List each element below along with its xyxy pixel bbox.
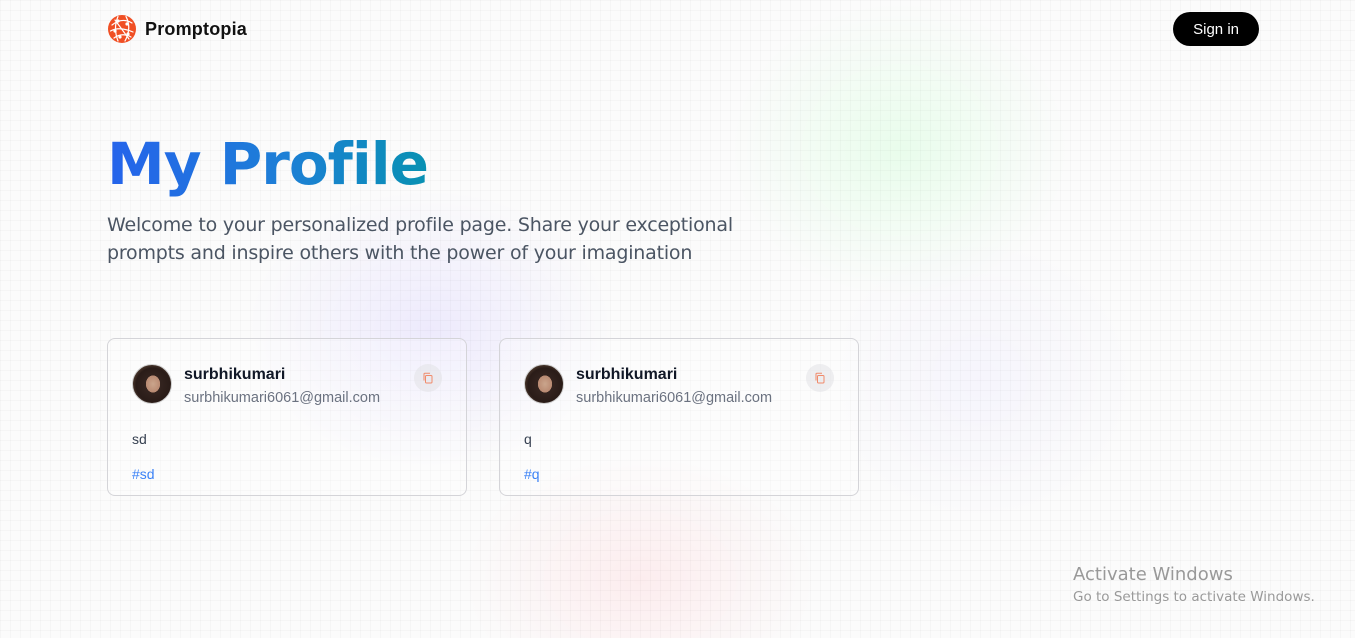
background-grid — [0, 0, 1355, 638]
copy-icon — [423, 372, 433, 384]
prompt-tag[interactable]: #q — [524, 465, 540, 483]
username: surbhikumari — [184, 366, 286, 383]
prompt-feed: surbhikumari surbhikumari6061@gmail.com … — [107, 338, 859, 496]
brand-logo-link[interactable]: Promptopia — [107, 14, 247, 44]
brand-name: Promptopia — [145, 18, 248, 39]
windows-activation-watermark: Activate Windows Go to Settings to activ… — [1073, 564, 1315, 606]
prompt-card: surbhikumari surbhikumari6061@gmail.com … — [107, 338, 467, 496]
prompt-tag[interactable]: #sd — [132, 465, 155, 483]
copy-icon — [815, 372, 825, 384]
top-navbar: Promptopia Sign in — [107, 12, 1259, 46]
avatar[interactable] — [132, 364, 172, 404]
watermark-title: Activate Windows — [1073, 564, 1233, 585]
prompt-text: sd — [132, 431, 147, 447]
prompt-card: surbhikumari surbhikumari6061@gmail.com … — [499, 338, 859, 496]
avatar[interactable] — [524, 364, 564, 404]
sign-in-button[interactable]: Sign in — [1173, 12, 1259, 46]
prompt-card-header[interactable]: surbhikumari surbhikumari6061@gmail.com — [524, 364, 834, 408]
watermark-subtitle: Go to Settings to activate Windows. — [1073, 589, 1315, 605]
user-email: surbhikumari6061@gmail.com — [576, 390, 773, 406]
user-email: surbhikumari6061@gmail.com — [184, 390, 381, 406]
prompt-text: q — [524, 431, 532, 447]
copy-button[interactable] — [414, 364, 442, 392]
background-gradient — [0, 0, 1355, 638]
prompt-card-header[interactable]: surbhikumari surbhikumari6061@gmail.com — [132, 364, 442, 408]
page-title: My Profile — [107, 130, 429, 198]
page-description: Welcome to your personalized profile pag… — [107, 214, 733, 264]
copy-button[interactable] — [806, 364, 834, 392]
username: surbhikumari — [576, 366, 678, 383]
user-info: surbhikumari surbhikumari6061@gmail.com — [576, 364, 772, 408]
user-info: surbhikumari surbhikumari6061@gmail.com — [184, 364, 380, 408]
globe-network-icon — [108, 15, 136, 43]
